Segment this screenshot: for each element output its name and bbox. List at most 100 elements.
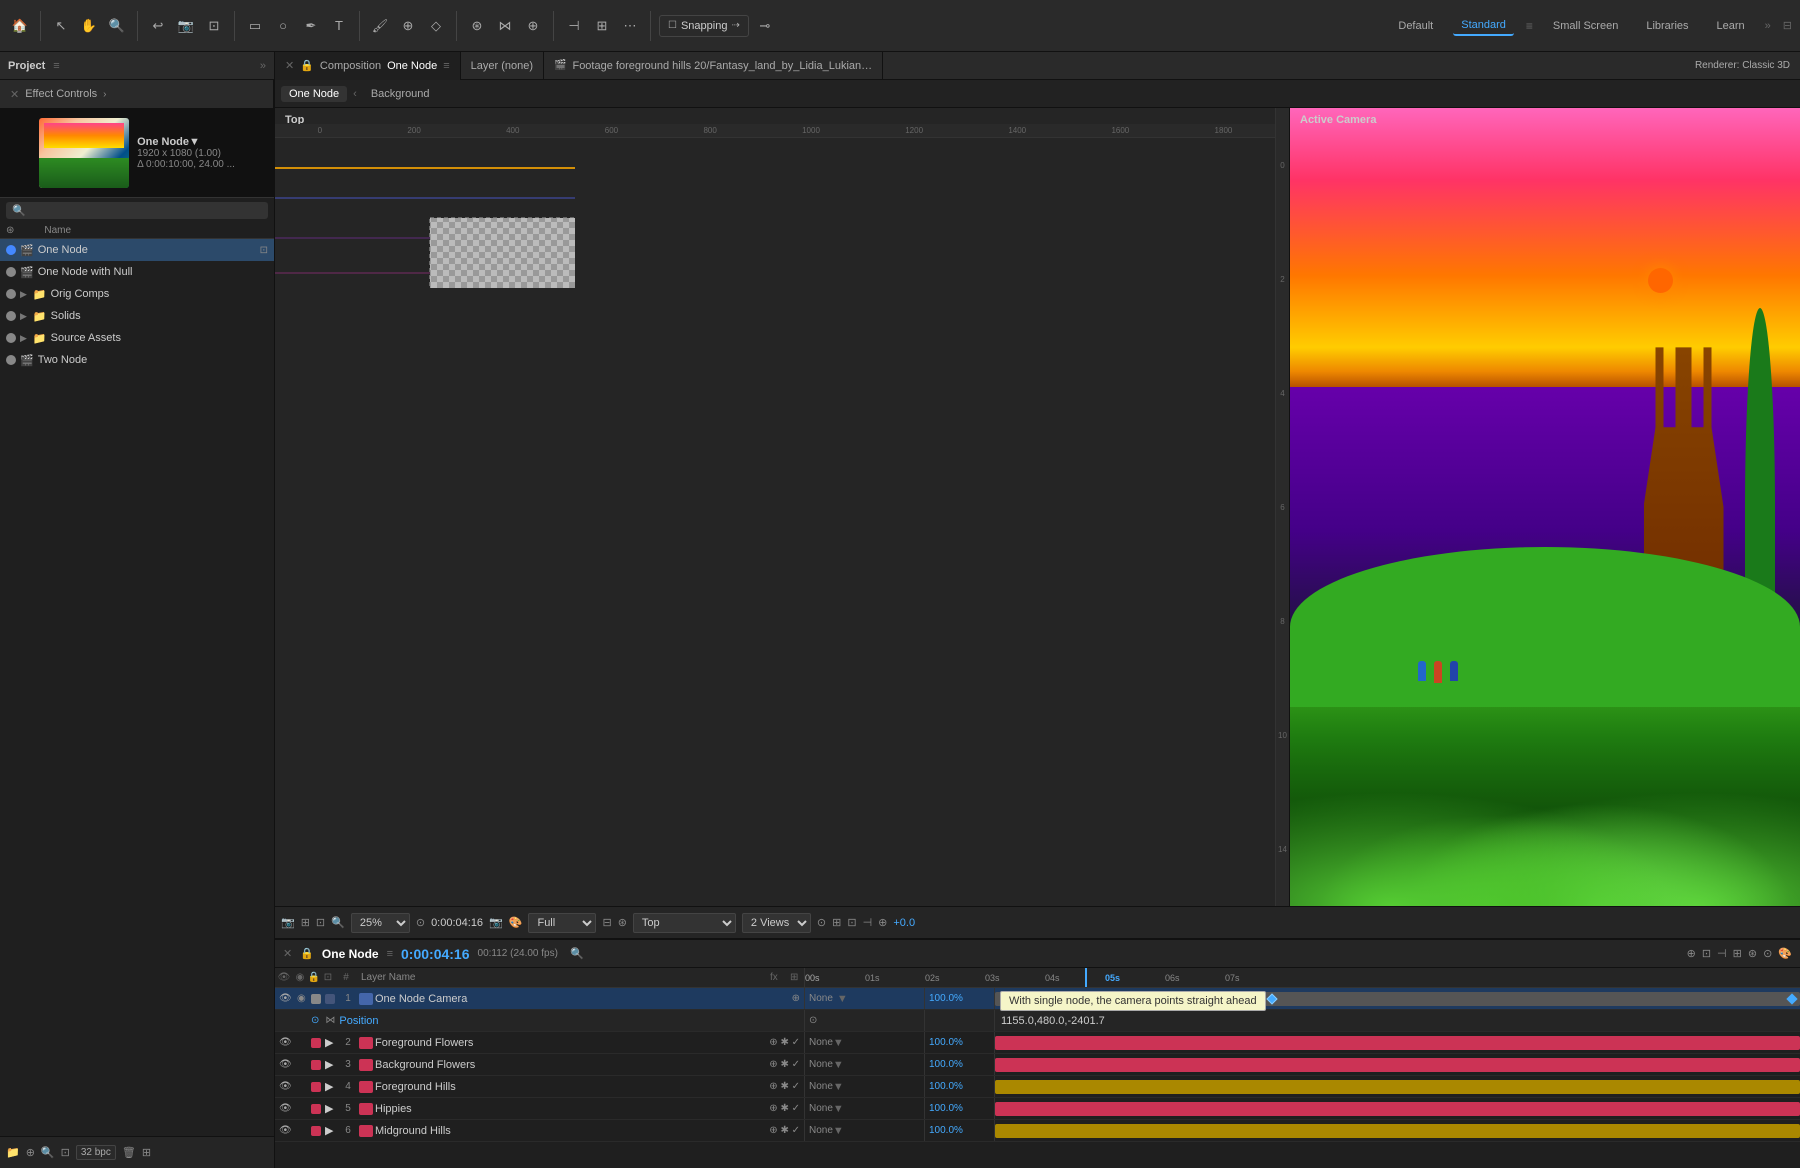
effect-tab-close[interactable]: ✕ — [10, 88, 19, 101]
vbb-alpha-icon[interactable]: ⊛ — [618, 916, 627, 929]
project-item-one-node-null[interactable]: 🎬 One Node with Null — [0, 261, 274, 283]
layer-3-eye[interactable]: 👁 — [279, 1059, 295, 1070]
project-menu-icon[interactable]: ≡ — [53, 60, 59, 72]
timeline-close-icon[interactable]: ✕ — [283, 947, 292, 960]
vbb-align-icon[interactable]: ⊣ — [863, 916, 873, 929]
search-input[interactable] — [30, 205, 262, 217]
dist-icon[interactable]: ⊞ — [590, 14, 614, 38]
prop-stopwatch-icon[interactable]: ⊙ — [311, 1015, 319, 1026]
select-icon[interactable]: ↖ — [49, 14, 73, 38]
layer-3-dd[interactable]: ▼ — [833, 1059, 844, 1071]
layer-3-expand[interactable]: ▶ — [325, 1058, 337, 1071]
item-icon[interactable]: ⊡ — [61, 1146, 70, 1159]
layer-1-eye[interactable]: 👁 — [279, 993, 295, 1004]
vbb-mask-icon[interactable]: ⊡ — [316, 916, 325, 929]
layer-5-icons[interactable]: ⊕ ✱ ✓ — [769, 1103, 800, 1114]
home-icon[interactable]: 🏠 — [8, 14, 32, 38]
layer-row-2[interactable]: 👁 ▶ 2 Foreground Flowers ⊕ ✱ ✓ None ▼ — [275, 1032, 1800, 1054]
tl-tool3[interactable]: ⊣ — [1717, 947, 1727, 960]
vbb-color-icon[interactable]: 🎨 — [509, 916, 523, 929]
workspace-menu-icon[interactable]: ≡ — [1526, 19, 1533, 33]
layer-1-fx-icon[interactable]: ⊕ — [792, 993, 800, 1004]
tl-tool2[interactable]: ⊡ — [1702, 947, 1711, 960]
project-item-one-node[interactable]: 🎬 One Node ⊡ — [0, 239, 274, 261]
layer-4-eye[interactable]: 👁 — [279, 1081, 295, 1092]
tl-tool4[interactable]: ⊞ — [1733, 947, 1742, 960]
layer-3-icons[interactable]: ⊕ ✱ ✓ — [769, 1059, 800, 1070]
layer-row-5[interactable]: 👁 ▶ 5 Hippies ⊕ ✱ ✓ None▼ 100.0% — [275, 1098, 1800, 1120]
puppet-icon[interactable]: ⊛ — [465, 14, 489, 38]
layer-6-eye[interactable]: 👁 — [279, 1125, 295, 1136]
window-controls-icon[interactable]: ⊟ — [1783, 19, 1792, 32]
layer-5-eye[interactable]: 👁 — [279, 1103, 295, 1114]
layer-row-6[interactable]: 👁 ▶ 6 Midground Hills ⊕ ✱ ✓ None▼ 100.0% — [275, 1120, 1800, 1142]
layer-2-expand[interactable]: ▶ — [325, 1036, 337, 1049]
align-icon[interactable]: ⊣ — [562, 14, 586, 38]
vbb-snapshot-icon[interactable]: 📷 — [281, 916, 295, 929]
timeline-menu-icon[interactable]: ≡ — [387, 948, 393, 960]
layer-tab[interactable]: Layer (none) — [461, 52, 544, 80]
project-item-orig-comps[interactable]: ▶ 📁 Orig Comps — [0, 283, 274, 305]
vbb-grid-icon[interactable]: ⊞ — [301, 916, 310, 929]
tl-tool5[interactable]: ⊛ — [1748, 947, 1757, 960]
layer-4-icons[interactable]: ⊕ ✱ ✓ — [769, 1081, 800, 1092]
views-select[interactable]: 2 Views 1 View 4 Views — [742, 913, 811, 933]
new-comp-icon[interactable]: ⊕ — [26, 1146, 35, 1159]
layer-2-eye[interactable]: 👁 — [279, 1037, 295, 1048]
workspace-learn[interactable]: Learn — [1709, 17, 1753, 35]
layer-4-expand[interactable]: ▶ — [325, 1080, 337, 1093]
snapping-checkbox[interactable]: ☐ — [668, 20, 677, 31]
layer-1-audio[interactable]: ◉ — [297, 993, 309, 1004]
brush-icon[interactable]: 🖌 — [368, 14, 392, 38]
tl-tool6[interactable]: ⊙ — [1763, 947, 1772, 960]
sub-tab-one-node[interactable]: One Node — [281, 86, 347, 102]
layer-row-3[interactable]: 👁 ▶ 3 Background Flowers ⊕ ✱ ✓ None▼ 100… — [275, 1054, 1800, 1076]
workspace-standard[interactable]: Standard — [1453, 16, 1514, 36]
project-item-solids[interactable]: ▶ 📁 Solids — [0, 305, 274, 327]
layer-6-icons[interactable]: ⊕ ✱ ✓ — [769, 1125, 800, 1136]
new-folder-icon[interactable]: 📁 — [6, 1146, 20, 1159]
text-icon[interactable]: T — [327, 14, 351, 38]
resolution-select[interactable]: Full Half Quarter — [528, 913, 596, 933]
layer-1-parent-dropdown[interactable]: ▼ — [837, 993, 848, 1005]
clone-icon[interactable]: ⊕ — [396, 14, 420, 38]
workspace-libraries[interactable]: Libraries — [1638, 17, 1696, 35]
snap-magnet-icon[interactable]: ⊸ — [753, 14, 777, 38]
layer-6-dd[interactable]: ▼ — [833, 1125, 844, 1137]
project-search[interactable]: 🔍 — [6, 202, 268, 219]
layer-row-1[interactable]: 👁 ◉ 1 One Node Camera ⊕ — [275, 988, 1800, 1010]
vbb-timecode-icon[interactable]: ⊙ — [416, 916, 425, 929]
project-panel-expand[interactable]: » — [260, 60, 266, 72]
more-workspaces-icon[interactable]: » — [1765, 20, 1771, 32]
tl-tool1[interactable]: ⊕ — [1687, 947, 1696, 960]
vbb-display-icon[interactable]: ⊟ — [602, 916, 611, 929]
pin-icon[interactable]: ⊕ — [521, 14, 545, 38]
pen-icon[interactable]: ✒ — [299, 14, 323, 38]
eraser-icon[interactable]: ◇ — [424, 14, 448, 38]
workspace-default[interactable]: Default — [1390, 17, 1441, 35]
project-item-source-assets[interactable]: ▶ 📁 Source Assets — [0, 327, 274, 349]
hand-icon[interactable]: ✋ — [77, 14, 101, 38]
region-icon[interactable]: ⊡ — [202, 14, 226, 38]
camera-icon[interactable]: 📷 — [174, 14, 198, 38]
undo-icon[interactable]: ↩ — [146, 14, 170, 38]
footage-tab[interactable]: 🎬 Footage foreground hills 20/Fantasy_la… — [544, 52, 883, 80]
vbb-magnifier-icon[interactable]: 🔍 — [331, 916, 345, 929]
effect-controls-tab[interactable]: ✕ Effect Controls › — [0, 80, 274, 108]
layer-row-4[interactable]: 👁 ▶ 4 Foreground Hills ⊕ ✱ ✓ None▼ 100.0… — [275, 1076, 1800, 1098]
comp-tab-menu[interactable]: ≡ — [443, 60, 449, 72]
layer-5-expand[interactable]: ▶ — [325, 1102, 337, 1115]
project-item-two-node[interactable]: 🎬 Two Node — [0, 349, 274, 371]
layer-4-dd[interactable]: ▼ — [833, 1081, 844, 1093]
comp-tab-close[interactable]: ✕ — [285, 59, 294, 72]
layer-6-expand[interactable]: ▶ — [325, 1124, 337, 1137]
spread-icon[interactable]: ⋯ — [618, 14, 642, 38]
layer-5-dd[interactable]: ▼ — [833, 1103, 844, 1115]
workspace-small[interactable]: Small Screen — [1545, 17, 1626, 35]
vbb-expand-icon[interactable]: ⊡ — [847, 916, 856, 929]
timeline-search-icon[interactable]: 🔍 — [570, 947, 584, 960]
vbb-layout-icon[interactable]: ⊞ — [832, 916, 841, 929]
rectangle-icon[interactable]: ▭ — [243, 14, 267, 38]
tl-tool7[interactable]: 🎨 — [1778, 947, 1792, 960]
comp-tab-one-node[interactable]: ✕ 🔒 Composition One Node ≡ — [275, 52, 461, 80]
